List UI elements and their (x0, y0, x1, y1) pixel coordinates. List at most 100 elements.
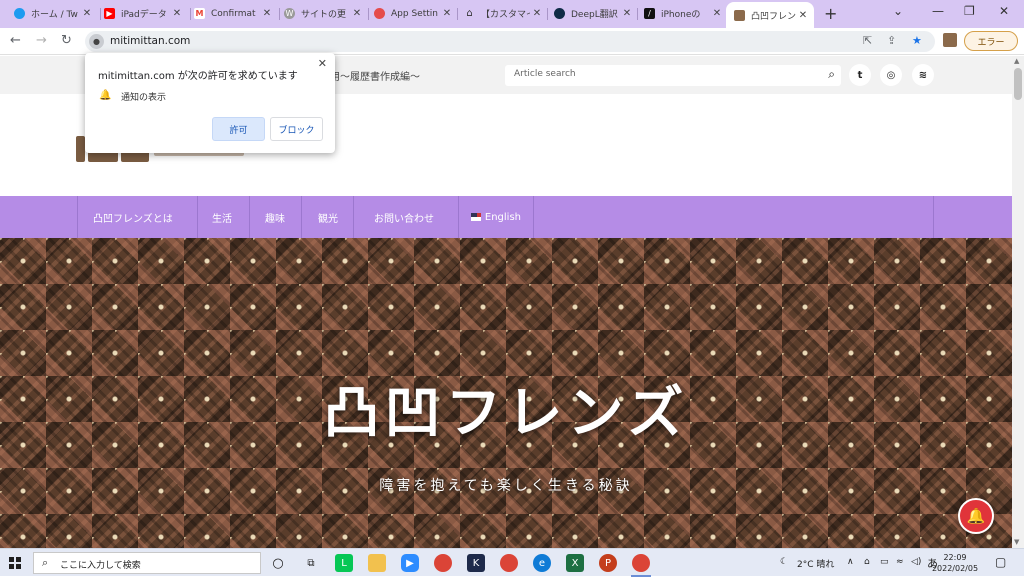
file-explorer-icon[interactable] (368, 554, 386, 572)
tab-youtube[interactable]: ▶ iPadデータ ✕ (96, 3, 188, 24)
chrome-icon[interactable] (434, 554, 452, 572)
browser-tab-strip: ホーム / Tw ✕ ▶ iPadデータ ✕ M Confirmat ✕ W サ… (0, 0, 1024, 28)
reload-button[interactable]: ↻ (61, 33, 72, 48)
article-search-box[interactable]: Article search ⌕ (505, 65, 841, 86)
extension-icon[interactable] (943, 33, 957, 47)
profile-error-button[interactable]: エラー (964, 31, 1018, 51)
close-window-button[interactable]: ✕ (999, 4, 1009, 18)
windows-start-icon[interactable] (9, 557, 21, 569)
tab-title: iPadデータ (121, 10, 167, 20)
open-in-app-icon[interactable]: ⇱ (863, 34, 872, 47)
menu-item-hobby[interactable]: 趣味 (250, 196, 302, 238)
tab-iphone[interactable]: / iPhoneの ✕ (636, 3, 728, 24)
tab-close-icon[interactable]: ✕ (170, 8, 184, 19)
lock-icon[interactable]: ● (89, 34, 104, 49)
network-icon[interactable]: ⌂ (864, 557, 870, 567)
menu-item-english-label: English (484, 211, 521, 223)
address-bar[interactable]: ● mitimittan.com ⇱ ⇪ ★ (85, 31, 935, 52)
scroll-down-icon[interactable]: ▼ (1014, 538, 1019, 546)
hero-subtitle: 障害を抱えても楽しく生きる秘訣 (379, 478, 633, 494)
chrome-icon[interactable] (500, 554, 518, 572)
powerpoint-icon[interactable]: P (599, 554, 617, 572)
tab-site-update[interactable]: W サイトの更 ✕ (276, 3, 368, 24)
clock-time: 22:09 (943, 553, 967, 562)
tab-title: iPhoneの (661, 10, 701, 20)
menu-item-sightseeing[interactable]: 観光 (302, 196, 354, 238)
app-icon (374, 8, 385, 19)
bookmark-star-icon[interactable]: ★ (912, 34, 922, 47)
menu-item-contact[interactable]: お問い合わせ (354, 196, 459, 238)
tab-close-icon[interactable]: ✕ (710, 8, 724, 19)
twitter-icon[interactable]: t (849, 64, 871, 86)
taskbar-search-placeholder: ここに入力して検索 (60, 561, 141, 571)
tab-search-chevron-icon[interactable]: ⌄ (893, 4, 903, 18)
tab-app-settings[interactable]: App Settin ✕ (366, 3, 458, 24)
menu-item-english[interactable]: English (459, 196, 534, 238)
task-view-icon[interactable]: ⧉ (302, 554, 320, 572)
clock-date: 2022/02/05 (931, 564, 979, 573)
system-clock[interactable]: 22:09 2022/02/05 (930, 552, 980, 574)
scrollbar-thumb[interactable] (1014, 68, 1022, 100)
close-icon[interactable]: ✕ (318, 57, 327, 70)
url-text[interactable]: mitimittan.com (110, 35, 190, 47)
tab-close-icon[interactable]: ✕ (796, 10, 810, 21)
wordpress-icon: W (284, 8, 295, 19)
permission-item: 通知の表示 (121, 93, 167, 103)
site-favicon-icon (734, 9, 745, 21)
tab-close-icon[interactable]: ✕ (80, 8, 94, 19)
taskbar-search-box[interactable]: ⌕ ここに入力して検索 (33, 552, 261, 574)
volume-icon[interactable]: ◁) (911, 557, 921, 567)
search-icon[interactable]: ⌕ (828, 67, 835, 82)
tab-close-icon[interactable]: ✕ (440, 8, 454, 19)
tab-gmail[interactable]: M Confirmat ✕ (186, 3, 278, 24)
tab-deepl[interactable]: DeepL翻訳 ✕ (546, 3, 638, 24)
tab-title: 凸凹フレンズ (751, 11, 796, 22)
edge-icon[interactable]: e (533, 554, 551, 572)
block-button[interactable]: ブロック (270, 117, 323, 141)
minimize-button[interactable]: — (932, 4, 944, 18)
deepl-icon (554, 8, 565, 19)
chrome-icon[interactable] (632, 554, 650, 572)
share-icon[interactable]: ⇪ (887, 34, 896, 47)
weather-text[interactable]: 2°C 晴れ (797, 557, 834, 570)
scroll-up-icon[interactable]: ▲ (1014, 57, 1019, 65)
wifi-icon[interactable]: ≈ (896, 557, 904, 567)
instagram-icon[interactable]: ◎ (880, 64, 902, 86)
gmail-icon: M (194, 8, 205, 19)
youtube-icon: ▶ (104, 8, 115, 19)
cortana-icon[interactable]: ○ (269, 554, 287, 572)
notification-bell-button[interactable]: 🔔 (958, 498, 994, 534)
tab-customize[interactable]: ⌂ 【カスタマイ ✕ (456, 3, 548, 24)
search-placeholder[interactable]: Article search (514, 69, 576, 79)
notification-center-icon[interactable]: ▢ (995, 555, 1006, 569)
tab-twitter[interactable]: ホーム / Tw ✕ (6, 3, 98, 24)
main-navigation: 凸凹フレンズとは 生活 趣味 観光 お問い合わせ English (0, 196, 1012, 238)
allow-button[interactable]: 許可 (212, 117, 265, 141)
battery-icon[interactable]: ▭ (880, 557, 889, 567)
rss-icon[interactable]: ≋ (912, 64, 934, 86)
tab-close-icon[interactable]: ✕ (260, 8, 274, 19)
tray-expand-icon[interactable]: ∧ (847, 557, 854, 567)
excel-icon[interactable]: X (566, 554, 584, 572)
line-app-icon[interactable]: L (335, 554, 353, 572)
us-flag-icon (471, 213, 481, 221)
tab-close-icon[interactable]: ✕ (530, 8, 544, 19)
menu-item-life[interactable]: 生活 (198, 196, 250, 238)
browser-toolbar: ← → ↻ ● mitimittan.com ⇱ ⇪ ★ (0, 28, 1024, 55)
forward-button[interactable]: → (36, 33, 47, 48)
new-tab-button[interactable]: + (824, 4, 837, 23)
tab-close-icon[interactable]: ✕ (620, 8, 634, 19)
site-tagline[interactable]: 用～履歴書作成編～ (330, 68, 420, 83)
tab-close-icon[interactable]: ✕ (350, 8, 364, 19)
windows-taskbar: ⌕ ここに入力して検索 ○ ⧉ L ▶ K e X P ☾ 2°C 晴れ ∧ ⌂… (0, 548, 1024, 577)
tab-dekoboko-friends[interactable]: 凸凹フレンズ ✕ (726, 2, 814, 28)
hero-title: 凸凹フレンズ (323, 381, 689, 446)
zoom-app-icon[interactable]: ▶ (401, 554, 419, 572)
restore-button[interactable]: ❐ (964, 4, 975, 18)
twitter-icon (14, 8, 25, 19)
back-button[interactable]: ← (10, 33, 21, 48)
weather-moon-icon[interactable]: ☾ (780, 557, 788, 567)
menu-item-about[interactable]: 凸凹フレンズとは (78, 196, 198, 238)
app-icon[interactable]: K (467, 554, 485, 572)
page-scrollbar[interactable]: ▲ ▼ (1012, 56, 1024, 548)
